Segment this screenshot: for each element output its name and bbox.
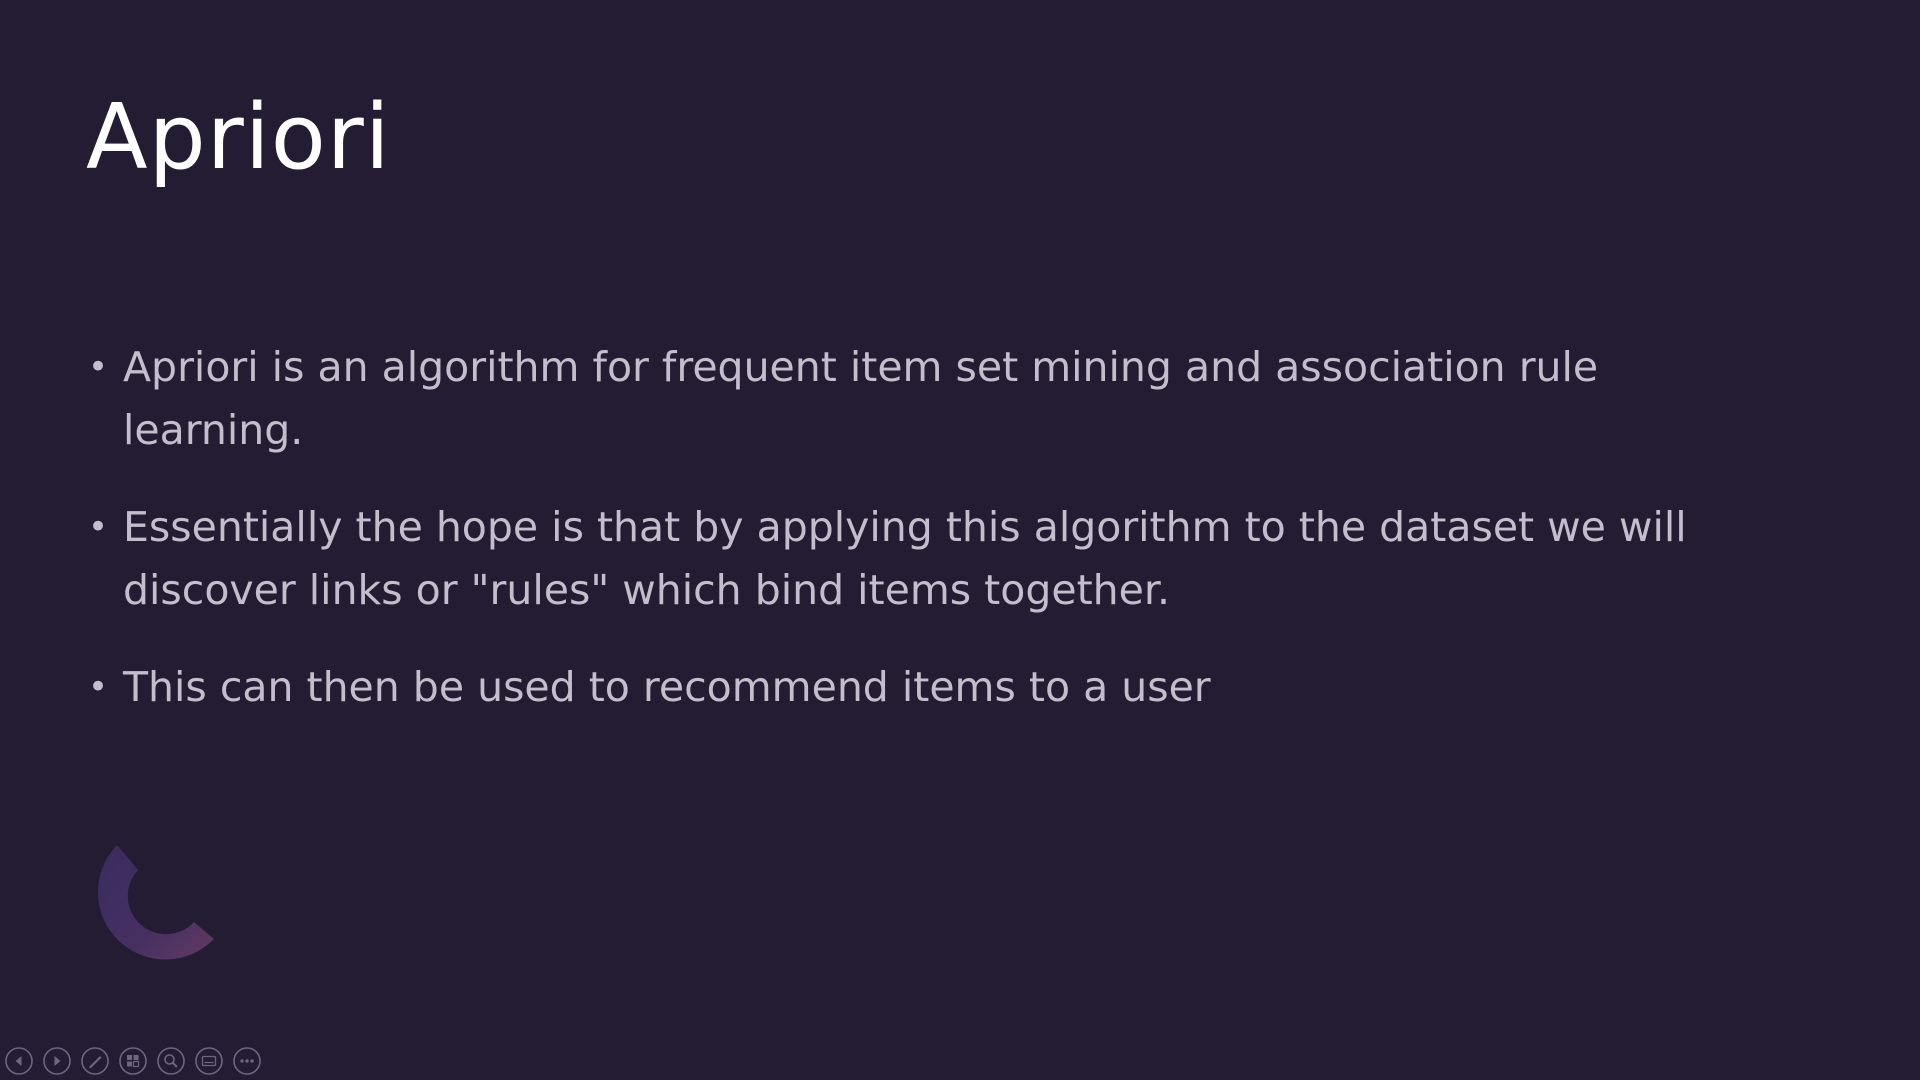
next-icon[interactable]: [42, 1046, 72, 1076]
slides-grid-icon[interactable]: [118, 1046, 148, 1076]
bullet-list: • Apriori is an algorithm for frequent i…: [88, 336, 1788, 753]
decorative-arc-shape: [97, 845, 214, 960]
bullet-text: Apriori is an algorithm for frequent ite…: [123, 343, 1599, 454]
bullet-item: • Essentially the hope is that by applyi…: [88, 496, 1788, 622]
slide: Apriori • Apriori is an algorithm for fr…: [0, 0, 1920, 1080]
bullet-dot-icon: •: [88, 507, 109, 547]
bullet-text: Essentially the hope is that by applying…: [123, 503, 1687, 614]
bullet-item: • This can then be used to recommend ite…: [88, 656, 1788, 719]
zoom-icon[interactable]: [156, 1046, 186, 1076]
bullet-dot-icon: •: [88, 667, 109, 707]
bullet-dot-icon: •: [88, 347, 109, 387]
more-options-icon[interactable]: [232, 1046, 262, 1076]
previous-icon[interactable]: [4, 1046, 34, 1076]
bullet-item: • Apriori is an algorithm for frequent i…: [88, 336, 1788, 462]
slide-title: Apriori: [86, 85, 391, 190]
subtitles-icon[interactable]: [194, 1046, 224, 1076]
bullet-text: This can then be used to recommend items…: [123, 663, 1211, 711]
pen-icon[interactable]: [80, 1046, 110, 1076]
slideshow-toolbar: [4, 1046, 262, 1076]
